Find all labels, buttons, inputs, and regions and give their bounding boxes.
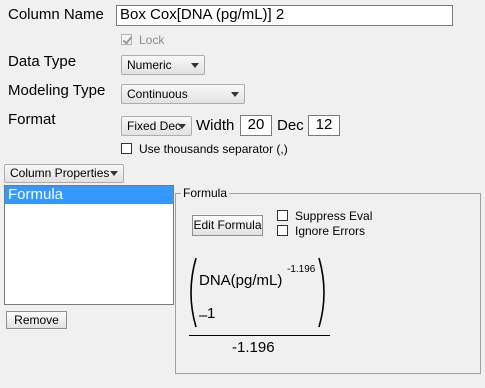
format-label: Format (8, 111, 56, 128)
column-properties-label: Column Properties (10, 166, 110, 180)
list-item[interactable]: Formula (5, 186, 173, 204)
dec-label: Dec (277, 117, 304, 134)
chevron-down-icon (231, 92, 239, 97)
modeling-type-select[interactable]: Continuous (121, 84, 245, 104)
formula-denominator: -1.196 (232, 339, 275, 356)
formula-expression[interactable]: DNA(pg/mL) -1.196 – 1 -1.196 (186, 255, 336, 370)
formula-panel-title: Formula (181, 186, 230, 200)
fraction-bar (189, 335, 330, 336)
formula-exponent: -1.196 (287, 264, 316, 275)
column-properties-list[interactable]: Formula (4, 185, 174, 305)
data-type-label: Data Type (8, 53, 77, 70)
column-name-label: Column Name (8, 6, 104, 23)
data-type-select[interactable]: Numeric (121, 55, 205, 75)
column-name-field[interactable]: Box Cox[DNA (pg/mL)] 2 (116, 5, 453, 26)
ignore-errors-label: Ignore Errors (295, 224, 366, 238)
format-value: Fixed Dec (127, 119, 182, 133)
check-icon (122, 34, 133, 45)
column-properties-button[interactable]: Column Properties (4, 164, 124, 183)
thousands-separator-checkbox[interactable] (121, 143, 132, 154)
modeling-type-label: Modeling Type (8, 82, 106, 99)
thousands-separator-label: Use thousands separator (,) (139, 142, 288, 156)
ignore-errors-checkbox[interactable] (277, 225, 288, 236)
suppress-eval-checkbox[interactable] (277, 210, 288, 221)
chevron-down-icon (191, 63, 199, 68)
dec-field[interactable]: 12 (308, 115, 340, 136)
modeling-type-value: Continuous (127, 87, 188, 101)
formula-base: DNA(pg/mL) (199, 272, 283, 289)
chevron-down-icon (178, 124, 186, 129)
data-type-value: Numeric (127, 58, 172, 72)
lock-checkbox[interactable] (121, 34, 133, 45)
width-label: Width (196, 117, 235, 134)
lock-label: Lock (139, 33, 165, 47)
width-field[interactable]: 20 (240, 115, 272, 136)
format-select[interactable]: Fixed Dec (121, 116, 192, 136)
suppress-eval-label: Suppress Eval (295, 209, 373, 223)
remove-button[interactable]: Remove (6, 311, 67, 329)
formula-subtract: 1 (207, 305, 216, 322)
edit-formula-button[interactable]: Edit Formula (192, 215, 263, 236)
chevron-down-icon (110, 171, 118, 176)
